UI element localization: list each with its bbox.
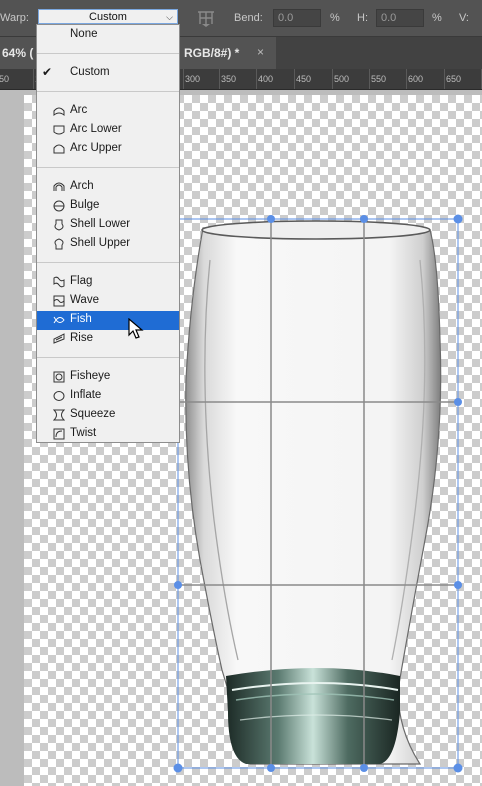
menu-separator <box>37 262 179 263</box>
warp-handle <box>360 215 368 223</box>
menu-item-label: Arc Lower <box>70 123 122 135</box>
menu-item-wave[interactable]: Wave <box>37 292 179 311</box>
menu-item-bulge[interactable]: Bulge <box>37 197 179 216</box>
menu-item-label: Rise <box>70 332 94 344</box>
menu-item-label: None <box>70 28 98 40</box>
menu-item-label: Shell Lower <box>70 218 131 230</box>
menu-item-shell-lower[interactable]: Shell Lower <box>37 216 179 235</box>
arc-upper-icon <box>53 144 65 154</box>
menu-item-twist[interactable]: Twist <box>37 425 179 444</box>
warp-handle <box>453 214 463 224</box>
menu-separator <box>37 167 179 168</box>
rise-icon <box>53 333 65 344</box>
menu-item-label: Arch <box>70 180 94 192</box>
glass-rim <box>201 220 431 240</box>
warp-handle <box>454 398 462 406</box>
menu-item-custom[interactable]: ✔ Custom <box>37 64 179 83</box>
menu-item-label: Fish <box>70 313 92 325</box>
arch-icon <box>53 182 65 191</box>
arc-lower-icon <box>53 125 65 135</box>
wave-icon <box>53 295 65 307</box>
menu-item-fish[interactable]: Fish <box>37 311 179 330</box>
menu-item-label: Bulge <box>70 199 100 211</box>
menu-item-flag[interactable]: Flag <box>37 273 179 292</box>
menu-item-label: Flag <box>70 275 93 287</box>
checkmark-icon: ✔ <box>42 65 53 79</box>
menu-item-arc-lower[interactable]: Arc Lower <box>37 121 179 140</box>
menu-item-rise[interactable]: Rise <box>37 330 179 349</box>
menu-separator <box>37 357 179 358</box>
warp-style-menu: None ✔ Custom Arc Arc Lower Arc Upper Arch Bulg… <box>36 24 180 443</box>
mouse-pointer-icon <box>128 318 144 339</box>
menu-item-arch[interactable]: Arch <box>37 178 179 197</box>
warp-handle <box>453 763 463 773</box>
warp-handle <box>267 215 275 223</box>
warp-handle <box>360 764 368 772</box>
menu-item-fisheye[interactable]: Fisheye <box>37 368 179 387</box>
menu-item-arc[interactable]: Arc <box>37 102 179 121</box>
menu-item-label: Arc Upper <box>70 142 122 154</box>
menu-item-label: Arc <box>70 104 88 116</box>
inflate-icon <box>53 391 65 401</box>
menu-item-label: Wave <box>70 294 99 306</box>
menu-item-inflate[interactable]: Inflate <box>37 387 179 406</box>
menu-item-arc-upper[interactable]: Arc Upper <box>37 140 179 159</box>
fish-icon <box>53 316 65 324</box>
menu-item-label: Custom <box>70 66 110 78</box>
warp-handle <box>267 764 275 772</box>
warp-handle <box>174 581 182 589</box>
warp-handle <box>454 581 462 589</box>
menu-item-shell-upper[interactable]: Shell Upper <box>37 235 179 254</box>
shell-lower-icon <box>54 219 64 231</box>
fisheye-icon <box>53 371 65 383</box>
menu-item-squeeze[interactable]: Squeeze <box>37 406 179 425</box>
menu-item-label: Inflate <box>70 389 102 401</box>
flag-icon <box>53 276 65 288</box>
bulge-icon <box>53 200 65 212</box>
menu-item-label: Twist <box>70 427 97 439</box>
shell-upper-icon <box>54 238 64 250</box>
menu-separator <box>37 91 179 92</box>
squeeze-icon <box>53 409 65 421</box>
arc-icon <box>53 107 65 117</box>
warp-handle <box>173 763 183 773</box>
menu-item-label: Fisheye <box>70 370 111 382</box>
menu-item-none[interactable]: None <box>37 26 179 45</box>
menu-separator <box>37 53 179 54</box>
menu-item-label: Squeeze <box>70 408 116 420</box>
twist-icon <box>53 428 65 440</box>
menu-item-label: Shell Upper <box>70 237 131 249</box>
